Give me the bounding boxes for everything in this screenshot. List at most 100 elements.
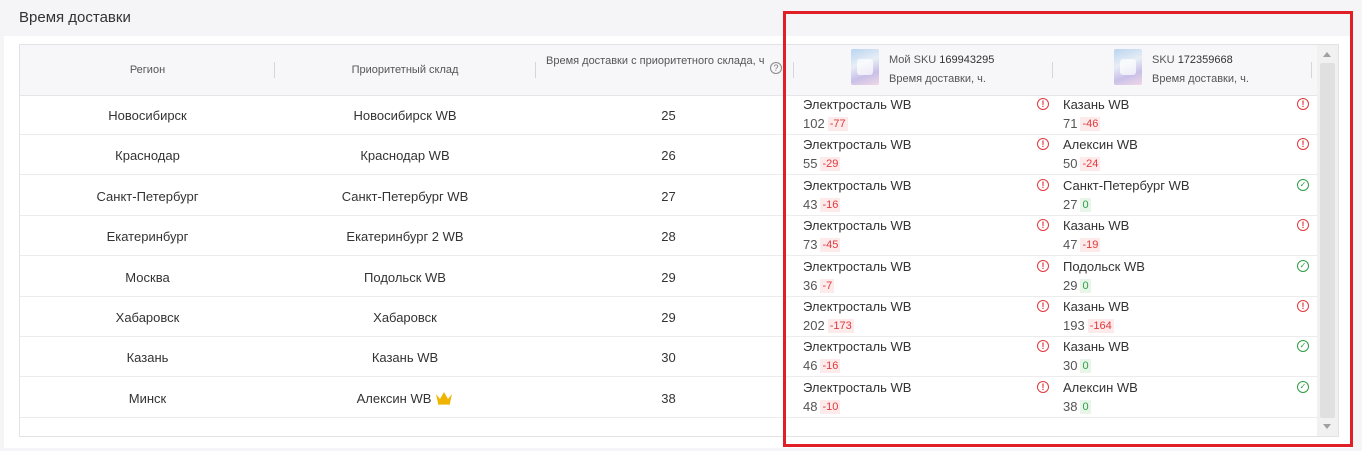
sku-time-value: 102 xyxy=(803,116,825,131)
column-header-delivery-time[interactable]: Время доставки с приоритетного склада, ч xyxy=(546,53,770,70)
warehouse-name: Санкт-Петербург WB xyxy=(341,188,469,204)
exclamation-circle-icon[interactable]: ! xyxy=(1037,98,1049,110)
delivery-time-cell: 25 xyxy=(661,107,676,123)
time-delta-badge: -164 xyxy=(1087,318,1114,333)
table-row[interactable]: Краснодар Краснодар WB 26 Электросталь W… xyxy=(20,135,1317,175)
sku-delivery-time: 43 -16 xyxy=(803,197,841,212)
sku-delivery-time: 29 0 xyxy=(1063,278,1091,293)
time-delta-badge: -19 xyxy=(1080,237,1101,252)
sku-time-value: 73 xyxy=(803,237,818,252)
warehouse-name: Краснодар WB xyxy=(360,147,450,163)
help-icon[interactable]: ? xyxy=(770,62,782,74)
warehouse-name: Хабаровск xyxy=(373,309,437,325)
exclamation-circle-icon[interactable]: ! xyxy=(1037,179,1049,191)
sku-time-value: 55 xyxy=(803,156,818,171)
exclamation-circle-icon[interactable]: ! xyxy=(1297,138,1309,150)
table-row[interactable]: Екатеринбург Екатеринбург 2 WB 28 Электр… xyxy=(20,216,1317,256)
warehouse-cell: Подольск WB xyxy=(275,257,535,297)
sku-time-value: 43 xyxy=(803,197,818,212)
sku-delivery-time: 30 0 xyxy=(1063,358,1091,373)
region-cell: Санкт-Петербург xyxy=(96,188,199,204)
exclamation-circle-icon[interactable]: ! xyxy=(1037,381,1049,393)
section-title: Время доставки xyxy=(19,9,131,26)
sku-warehouse-name: Электросталь WB xyxy=(803,137,912,152)
scroll-thumb[interactable] xyxy=(1320,63,1335,418)
table-row[interactable]: Санкт-Петербург Санкт-Петербург WB 27 Эл… xyxy=(20,176,1317,216)
product-thumbnail[interactable] xyxy=(1114,49,1142,85)
sku-subtitle: Время доставки, ч. xyxy=(889,73,986,85)
table-row[interactable]: Хабаровск Хабаровск 29 Электросталь WB 2… xyxy=(20,297,1317,337)
column-header-region[interactable]: Регион xyxy=(20,45,275,95)
column-divider[interactable] xyxy=(793,62,794,78)
time-delta-badge: -173 xyxy=(827,318,854,333)
table-row[interactable]: Новосибирск Новосибирск WB 25 Электроста… xyxy=(20,95,1317,135)
sku-warehouse-name: Алексин WB xyxy=(1063,380,1138,395)
sku-warehouse-name: Казань WB xyxy=(1063,97,1130,112)
table-row[interactable]: Казань Казань WB 30 Электросталь WB 46 -… xyxy=(20,337,1317,377)
exclamation-circle-icon[interactable]: ! xyxy=(1297,219,1309,231)
sku-warehouse-name: Электросталь WB xyxy=(803,178,912,193)
scroll-up-icon[interactable] xyxy=(1323,52,1331,57)
warehouse-cell: Новосибирск WB xyxy=(275,95,535,135)
time-delta-badge: 0 xyxy=(1080,399,1091,414)
warehouse-name: Подольск WB xyxy=(364,269,446,285)
check-circle-icon[interactable]: ✓ xyxy=(1297,340,1309,352)
warehouse-cell: Казань WB xyxy=(275,337,535,377)
sku-time-value: 50 xyxy=(1063,156,1078,171)
region-cell: Москва xyxy=(125,269,170,285)
column-header-warehouse[interactable]: Приоритетный склад xyxy=(275,45,535,95)
exclamation-circle-icon[interactable]: ! xyxy=(1037,340,1049,352)
sku-subtitle: Время доставки, ч. xyxy=(1152,73,1249,85)
sku-warehouse-name: Подольск WB xyxy=(1063,259,1145,274)
column-header-sku-1[interactable]: Мой SKU 169943295 Время доставки, ч. xyxy=(851,49,1051,91)
column-divider[interactable] xyxy=(1311,62,1312,78)
time-delta-badge: -24 xyxy=(1080,156,1101,171)
scroll-down-icon[interactable] xyxy=(1323,424,1331,429)
delivery-time-cell: 26 xyxy=(661,147,676,163)
sku-time-value: 202 xyxy=(803,318,825,333)
exclamation-circle-icon[interactable]: ! xyxy=(1297,98,1309,110)
sku-time-value: 71 xyxy=(1063,116,1078,131)
vertical-scrollbar[interactable] xyxy=(1317,45,1338,436)
exclamation-circle-icon[interactable]: ! xyxy=(1037,260,1049,272)
check-circle-icon[interactable]: ✓ xyxy=(1297,179,1309,191)
warehouse-name: Новосибирск WB xyxy=(353,107,457,123)
check-circle-icon[interactable]: ✓ xyxy=(1297,260,1309,272)
sku-warehouse-name: Санкт-Петербург WB xyxy=(1063,178,1190,193)
check-circle-icon[interactable]: ✓ xyxy=(1297,381,1309,393)
sku-delivery-time: 47 -19 xyxy=(1063,237,1101,252)
column-header-sku-2[interactable]: SKU 172359668 Время доставки, ч. xyxy=(1114,49,1304,91)
sku-delivery-time: 71 -46 xyxy=(1063,116,1101,131)
time-delta-badge: 0 xyxy=(1080,358,1091,373)
region-cell: Новосибирск xyxy=(108,107,187,123)
sku-time-value: 38 xyxy=(1063,399,1078,414)
table-header: Регион Приоритетный склад Время доставки… xyxy=(20,45,1317,96)
sku-warehouse-name: Казань WB xyxy=(1063,299,1130,314)
exclamation-circle-icon[interactable]: ! xyxy=(1037,219,1049,231)
column-divider[interactable] xyxy=(535,62,536,78)
column-divider[interactable] xyxy=(1052,62,1053,78)
sku-time-value: 193 xyxy=(1063,318,1085,333)
time-delta-badge: -77 xyxy=(827,116,848,131)
sku-delivery-time: 102 -77 xyxy=(803,116,848,131)
warehouse-name: Екатеринбург 2 WB xyxy=(346,228,464,244)
exclamation-circle-icon[interactable]: ! xyxy=(1297,300,1309,312)
sku-time-value: 27 xyxy=(1063,197,1078,212)
time-delta-badge: 0 xyxy=(1080,278,1091,293)
region-cell: Екатеринбург xyxy=(106,228,189,244)
delivery-time-cell: 27 xyxy=(661,188,676,204)
sku-warehouse-name: Казань WB xyxy=(1063,218,1130,233)
time-delta-badge: -45 xyxy=(820,237,841,252)
sku-time-value: 46 xyxy=(803,358,818,373)
exclamation-circle-icon[interactable]: ! xyxy=(1037,138,1049,150)
sku-warehouse-name: Электросталь WB xyxy=(803,339,912,354)
sku-delivery-time: 46 -16 xyxy=(803,358,841,373)
sku-delivery-time: 38 0 xyxy=(1063,399,1091,414)
table-row[interactable]: Минск Алексин WB 38 Электросталь WB 48 -… xyxy=(20,378,1317,418)
delivery-time-cell: 38 xyxy=(661,390,676,406)
delivery-time-table: Регион Приоритетный склад Время доставки… xyxy=(19,44,1339,437)
exclamation-circle-icon[interactable]: ! xyxy=(1037,300,1049,312)
table-row[interactable]: Москва Подольск WB 29 Электросталь WB 36… xyxy=(20,257,1317,297)
time-delta-badge: -46 xyxy=(1080,116,1101,131)
product-thumbnail[interactable] xyxy=(851,49,879,85)
